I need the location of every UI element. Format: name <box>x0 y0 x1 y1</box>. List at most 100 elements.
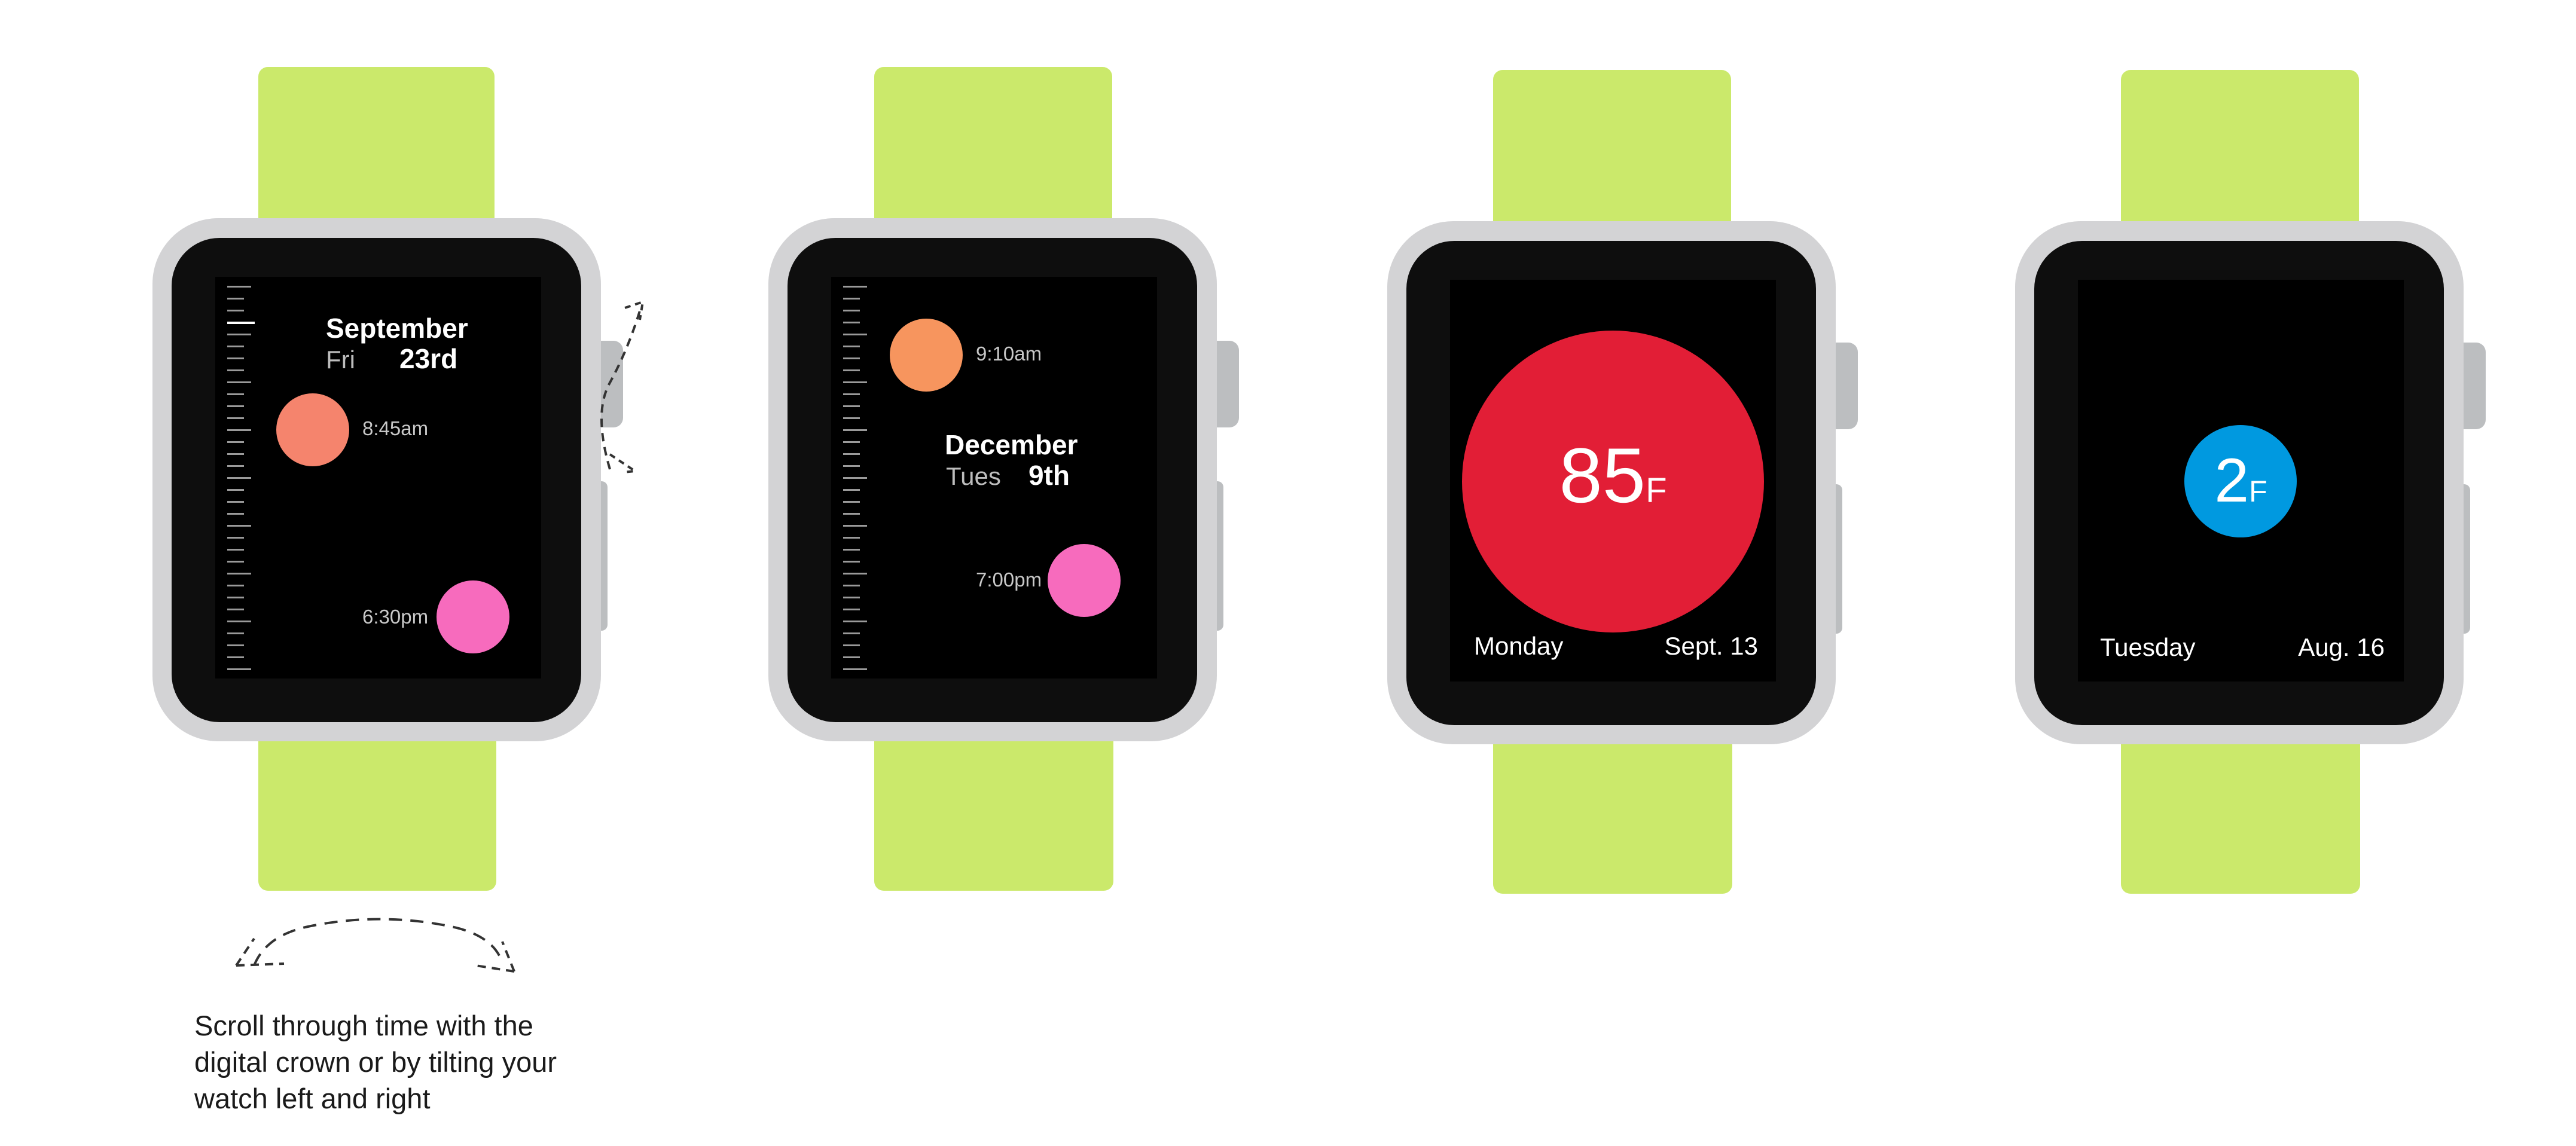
event-dot[interactable] <box>437 580 509 653</box>
ruler-tick <box>843 453 860 455</box>
ruler-tick <box>843 298 860 300</box>
watch-1-top-band <box>258 67 495 240</box>
ruler-tick <box>843 632 860 634</box>
ruler-tick <box>227 501 244 503</box>
ruler-tick <box>843 561 860 563</box>
ruler-tick <box>843 369 860 371</box>
watch-3-screen: 85F Monday Sept. 13 <box>1450 280 1776 682</box>
month-label: September <box>326 313 468 344</box>
ruler-tick <box>843 429 867 431</box>
ruler-tick <box>843 441 860 443</box>
ruler-tick <box>843 346 860 347</box>
event-dot[interactable] <box>1048 544 1121 617</box>
instruction-caption: Scroll through time with the digital cro… <box>194 1007 557 1117</box>
ruler-tick <box>227 357 244 359</box>
caption-line: Scroll through time with the <box>194 1010 533 1041</box>
ruler-tick <box>843 513 860 515</box>
ruler-tick <box>227 298 244 300</box>
event-time: 6:30pm <box>362 606 429 628</box>
ruler-tick <box>227 597 244 598</box>
watch-2-bottom-band <box>874 717 1113 891</box>
ruler-tick <box>227 465 244 467</box>
ruler-tick <box>227 346 244 347</box>
ruler-tick <box>227 369 244 371</box>
ruler-tick <box>843 286 867 288</box>
temperature-value: 2F <box>2078 450 2404 512</box>
timeline-ruler[interactable] <box>843 286 873 671</box>
watch-2-top-band <box>874 67 1112 240</box>
ruler-tick <box>227 381 251 383</box>
timeline-ruler[interactable] <box>227 286 257 671</box>
weekday-label: Fri <box>326 346 355 374</box>
tilt-gesture-arrow-icon <box>235 918 515 973</box>
weekday-label: Tues <box>946 462 1001 490</box>
ruler-tick <box>227 453 244 455</box>
ruler-tick <box>227 429 251 431</box>
ruler-tick <box>227 668 251 670</box>
ruler-tick <box>843 322 860 323</box>
temperature-unit: F <box>1646 471 1667 510</box>
event-dot[interactable] <box>276 393 349 466</box>
ruler-tick <box>843 357 860 359</box>
watch-4-bottom-band <box>2121 720 2360 894</box>
event-time: 8:45am <box>362 417 429 439</box>
ruler-tick <box>843 501 860 503</box>
temperature-number: 2 <box>2214 446 2250 515</box>
ruler-tick <box>227 405 244 407</box>
watch-4-screen: 2F Tuesday Aug. 16 <box>2078 280 2404 682</box>
day-label: 9th <box>1028 460 1070 491</box>
ruler-tick <box>843 525 867 527</box>
watch-3-bottom-band <box>1493 720 1732 894</box>
ruler-tick <box>227 286 251 288</box>
temperature-unit: F <box>2249 475 2267 508</box>
ruler-tick <box>227 656 244 658</box>
ruler-tick <box>227 609 244 610</box>
event-dot[interactable] <box>890 319 963 392</box>
crown-rotate-arrow-icon <box>600 300 645 473</box>
caption-line: watch left and right <box>194 1083 431 1114</box>
ruler-tick <box>843 537 860 539</box>
ruler-tick <box>227 417 244 419</box>
ruler-tick <box>843 644 860 646</box>
ruler-tick <box>843 465 860 467</box>
ruler-tick <box>843 405 860 407</box>
ruler-tick <box>843 310 860 311</box>
ruler-tick <box>227 477 251 479</box>
ruler-tick <box>227 644 244 646</box>
ruler-tick <box>843 621 867 622</box>
ruler-tick <box>227 632 244 634</box>
date-label: Aug. 16 <box>2298 633 2385 661</box>
ruler-tick <box>227 513 244 515</box>
ruler-tick <box>227 585 244 586</box>
ruler-tick <box>227 334 251 335</box>
ruler-tick <box>843 334 867 335</box>
ruler-tick <box>227 573 251 574</box>
watch-4-top-band <box>2121 70 2359 243</box>
event-time: 9:10am <box>976 343 1042 365</box>
ruler-tick <box>227 561 244 563</box>
ruler-tick <box>843 668 867 670</box>
temperature-number: 85 <box>1559 432 1646 519</box>
watch-1-bottom-band <box>258 717 496 891</box>
date-label: Sept. 13 <box>1664 632 1758 660</box>
ruler-tick <box>843 573 867 574</box>
weekday-label: Monday <box>1474 632 1564 660</box>
ruler-tick <box>843 489 860 491</box>
ruler-tick <box>227 393 244 395</box>
temperature-value: 85F <box>1450 436 1776 514</box>
month-label: December <box>945 429 1078 460</box>
watch-2-screen: 9:10am December Tues 9th 7:00pm <box>831 277 1157 679</box>
event-time: 7:00pm <box>976 569 1042 591</box>
ruler-tick <box>227 441 244 443</box>
ruler-tick <box>843 585 860 586</box>
ruler-tick <box>227 310 244 311</box>
ruler-tick <box>843 477 867 479</box>
ruler-tick <box>843 393 860 395</box>
ruler-tick <box>843 549 860 551</box>
ruler-tick <box>843 656 860 658</box>
ruler-tick <box>227 549 244 551</box>
ruler-tick <box>227 489 244 491</box>
ruler-tick <box>843 417 860 419</box>
weekday-label: Tuesday <box>2100 633 2196 661</box>
ruler-tick <box>227 322 255 324</box>
